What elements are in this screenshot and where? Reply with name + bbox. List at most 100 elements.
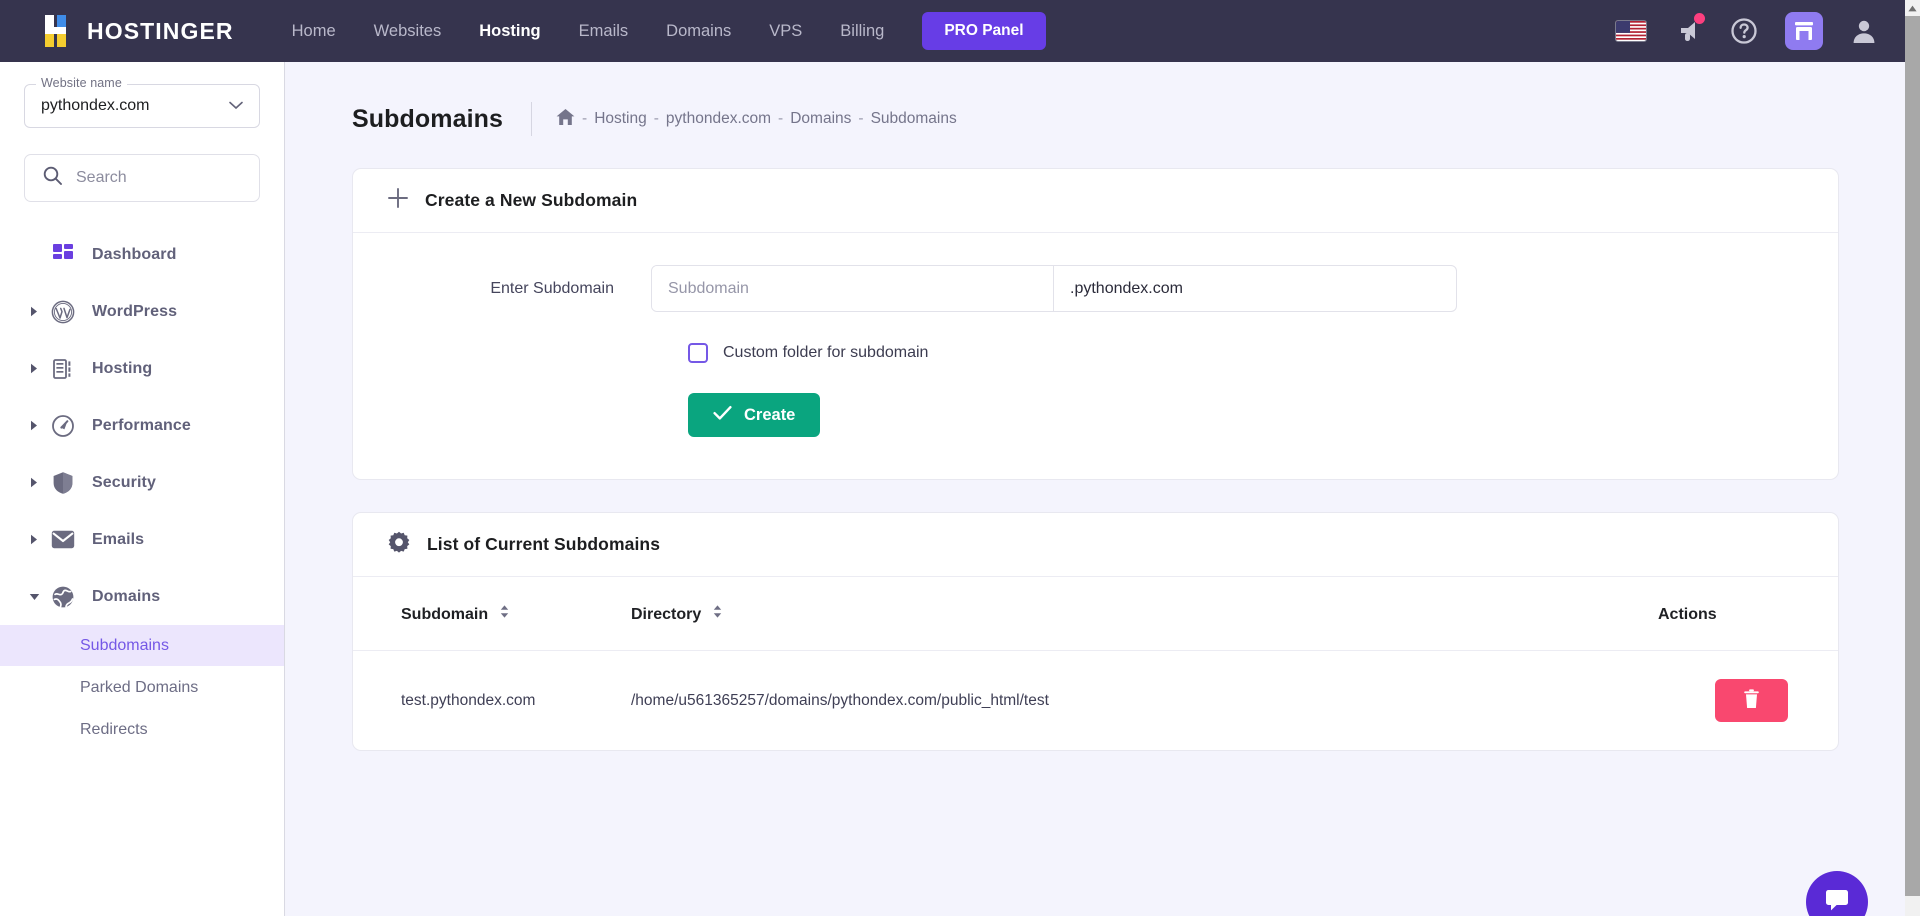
sidebar-item-hosting[interactable]: Hosting — [0, 340, 284, 397]
sidebar-item-emails[interactable]: Emails — [0, 511, 284, 568]
check-icon — [713, 405, 732, 426]
domain-suffix-label: .pythondex.com — [1053, 266, 1456, 311]
caret-right-icon[interactable] — [26, 534, 42, 545]
website-selector-legend: Website name — [36, 76, 127, 90]
sidebar-item-label: Security — [92, 474, 156, 492]
sort-icon[interactable] — [713, 605, 722, 622]
caret-right-icon[interactable] — [26, 306, 42, 317]
subdomains-table: Subdomain Directory — [353, 577, 1838, 750]
create-subdomain-card: Create a New Subdomain Enter Subdomain .… — [352, 168, 1839, 480]
trash-icon — [1743, 689, 1760, 712]
cell-directory: /home/u561365257/domains/pythondex.com/p… — [631, 651, 1658, 751]
subdomain-input-group: .pythondex.com — [651, 265, 1457, 312]
delete-subdomain-button[interactable] — [1715, 679, 1788, 722]
create-subdomain-card-header: Create a New Subdomain — [353, 169, 1838, 233]
breadcrumb-separator: - — [582, 110, 587, 128]
hosting-icon — [50, 358, 76, 380]
home-icon[interactable] — [556, 108, 575, 131]
subdomain-list-card-header: List of Current Subdomains — [353, 513, 1838, 577]
nav-link-billing[interactable]: Billing — [840, 16, 884, 47]
column-header-actions-label: Actions — [1658, 606, 1717, 623]
chevron-down-icon — [229, 97, 243, 115]
column-header-subdomain[interactable]: Subdomain — [353, 577, 631, 651]
megaphone-icon[interactable] — [1673, 16, 1703, 46]
sidebar-item-domains[interactable]: Domains — [0, 568, 284, 625]
nav-link-emails[interactable]: Emails — [579, 16, 629, 47]
page-title: Subdomains — [352, 105, 503, 134]
us-flag-icon[interactable] — [1615, 20, 1647, 42]
chat-icon — [1823, 887, 1851, 916]
hostinger-logo[interactable]: HOSTINGER — [44, 14, 234, 48]
sidebar-item-wordpress[interactable]: WordPress — [0, 283, 284, 340]
top-navigation-bar: HOSTINGER Home Websites Hosting Emails D… — [0, 0, 1905, 62]
wordpress-icon — [50, 300, 76, 324]
subdomain-input[interactable] — [652, 266, 1053, 311]
sort-icon[interactable] — [500, 605, 509, 622]
hostinger-mark-icon — [44, 14, 74, 48]
envelope-icon — [50, 530, 76, 549]
subdomain-form-row: Enter Subdomain .pythondex.com — [383, 265, 1808, 312]
nav-link-websites[interactable]: Websites — [374, 16, 442, 47]
sidebar-item-label: Dashboard — [92, 246, 176, 264]
header-divider — [531, 102, 532, 136]
breadcrumb-separator: - — [778, 110, 783, 128]
scrollbar-up-arrow[interactable] — [1905, 0, 1920, 16]
caret-down-icon[interactable] — [26, 593, 42, 601]
create-button[interactable]: Create — [688, 393, 820, 437]
sidebar-subitem-label: Subdomains — [80, 637, 169, 655]
subdomain-field-label: Enter Subdomain — [383, 280, 651, 298]
breadcrumb-separator: - — [654, 110, 659, 128]
sidebar-item-label: WordPress — [92, 303, 177, 321]
sidebar-item-label: Hosting — [92, 360, 152, 378]
custom-folder-row: Custom folder for subdomain — [688, 343, 1808, 363]
breadcrumb-item-domain[interactable]: pythondex.com — [666, 110, 771, 128]
caret-right-icon[interactable] — [26, 363, 42, 374]
account-icon[interactable] — [1849, 16, 1879, 46]
brand-name: HOSTINGER — [87, 18, 234, 45]
sidebar-item-performance[interactable]: Performance — [0, 397, 284, 454]
sidebar-item-label: Domains — [92, 588, 160, 606]
page-scrollbar[interactable] — [1905, 0, 1920, 916]
nav-link-home[interactable]: Home — [292, 16, 336, 47]
cell-actions — [1658, 651, 1838, 751]
table-header-row: Subdomain Directory — [353, 577, 1838, 651]
sidebar-item-security[interactable]: Security — [0, 454, 284, 511]
sidebar-subitem-redirects[interactable]: Redirects — [0, 709, 284, 750]
search-box[interactable] — [24, 154, 260, 202]
help-icon[interactable] — [1729, 16, 1759, 46]
breadcrumb-item-subdomains[interactable]: Subdomains — [871, 110, 957, 128]
create-button-label: Create — [744, 406, 795, 425]
breadcrumb-item-hosting[interactable]: Hosting — [594, 110, 647, 128]
scrollbar-thumb[interactable] — [1905, 16, 1920, 896]
sidebar-subitem-subdomains[interactable]: Subdomains — [0, 625, 284, 666]
search-icon — [43, 166, 62, 190]
column-header-directory[interactable]: Directory — [631, 577, 1658, 651]
primary-nav: Home Websites Hosting Emails Domains VPS… — [292, 16, 885, 47]
chat-widget-button[interactable] — [1806, 871, 1868, 916]
website-selector-box[interactable]: pythondex.com — [24, 84, 260, 128]
caret-right-icon[interactable] — [26, 420, 42, 431]
nav-link-domains[interactable]: Domains — [666, 16, 731, 47]
breadcrumb-item-domains[interactable]: Domains — [790, 110, 851, 128]
sidebar-item-label: Performance — [92, 417, 191, 435]
website-selector[interactable]: Website name pythondex.com — [24, 84, 260, 128]
nav-link-hosting[interactable]: Hosting — [479, 16, 540, 47]
cell-subdomain: test.pythondex.com — [353, 651, 631, 751]
nav-link-vps[interactable]: VPS — [769, 16, 802, 47]
subdomain-list-card: List of Current Subdomains Subdomain — [352, 512, 1839, 751]
store-icon[interactable] — [1785, 12, 1823, 50]
sidebar-item-label: Emails — [92, 531, 144, 549]
dashboard-icon — [50, 244, 76, 265]
shield-icon — [50, 471, 76, 495]
globe-icon — [50, 585, 76, 609]
search-input[interactable] — [76, 169, 241, 187]
custom-folder-checkbox[interactable] — [688, 343, 708, 363]
sidebar-item-dashboard[interactable]: Dashboard — [0, 226, 284, 283]
subdomains-table-head: Subdomain Directory — [353, 577, 1838, 651]
sidebar-menu: Dashboard WordPress — [0, 226, 284, 750]
pro-panel-button[interactable]: PRO Panel — [922, 12, 1045, 50]
sidebar-subitem-parked-domains[interactable]: Parked Domains — [0, 667, 284, 708]
caret-right-icon[interactable] — [26, 477, 42, 488]
performance-icon — [50, 414, 76, 438]
top-nav-actions — [1615, 12, 1879, 50]
